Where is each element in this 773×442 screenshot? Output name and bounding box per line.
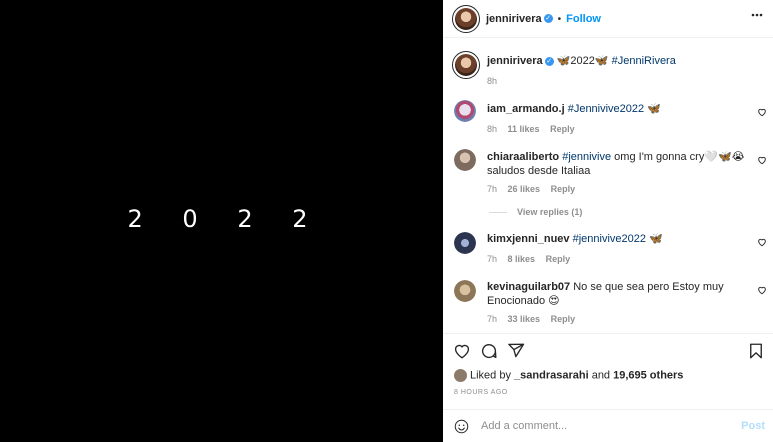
verified-badge-icon: ✓ <box>543 14 553 24</box>
reply-button[interactable]: Reply <box>550 124 575 134</box>
comment-likes[interactable]: 8 likes <box>508 254 536 264</box>
comment-time[interactable]: 8h <box>487 124 497 134</box>
comment-likes[interactable]: 33 likes <box>508 314 541 324</box>
view-replies-button[interactable]: View replies (1) <box>489 207 582 217</box>
comment-meta: 7h 26 likes Reply <box>487 184 583 194</box>
comment-time[interactable]: 7h <box>487 184 497 194</box>
save-bookmark-icon[interactable] <box>747 342 765 360</box>
liker-avatar[interactable] <box>454 369 467 382</box>
view-replies-label[interactable]: View replies (1) <box>517 207 582 217</box>
caption-text: jennirivera ✓ 🦋2022🦋 #JenniRivera <box>487 54 749 68</box>
commenter-avatar[interactable] <box>454 149 476 171</box>
media-text: 2 0 2 2 <box>127 205 324 233</box>
comment-time[interactable]: 7h <box>487 254 497 264</box>
like-comment-icon[interactable] <box>757 107 767 117</box>
comment-meta: 8h 11 likes Reply <box>487 124 583 134</box>
caption-username[interactable]: jennirivera <box>487 55 543 67</box>
comment-meta: 7h 33 likes Reply <box>487 314 583 324</box>
caption-avatar[interactable] <box>452 51 480 79</box>
comment-username[interactable]: iam_armando.j <box>487 103 565 115</box>
comment-text: kevinaguilarb07 No se que sea pero Estoy… <box>487 280 749 308</box>
header-separator: • <box>557 14 562 25</box>
reply-button[interactable]: Reply <box>551 314 576 324</box>
follow-button[interactable]: Follow <box>566 13 601 25</box>
post-actions <box>443 338 773 366</box>
comment-input[interactable]: Add a comment... <box>481 420 567 432</box>
comment-likes[interactable]: 11 likes <box>508 124 540 134</box>
comment-body: 🦋 <box>646 233 663 245</box>
comment-text: chiaraaliberto #jennivive omg I'm gonna … <box>487 150 749 178</box>
comment-username[interactable]: kevinaguilarb07 <box>487 281 570 293</box>
reply-button[interactable]: Reply <box>551 184 576 194</box>
post-media[interactable]: 2 0 2 2 <box>0 0 443 442</box>
caption-time[interactable]: 8h <box>487 76 497 86</box>
commenter-avatar[interactable] <box>454 232 476 254</box>
comment-body: 🦋 <box>644 103 661 115</box>
reply-button[interactable]: Reply <box>546 254 571 264</box>
likes-count[interactable]: 19,695 others <box>613 369 683 381</box>
comment-likes[interactable]: 26 likes <box>508 184 541 194</box>
post-comment-button[interactable]: Post <box>741 420 765 432</box>
post-timestamp[interactable]: 8 HOURS AGO <box>454 389 508 396</box>
post-side-panel: jennirivera ✓ • Follow jennirivera ✓ 🦋2022🦋 … <box>443 0 773 442</box>
like-comment-icon[interactable] <box>757 155 767 165</box>
like-heart-icon[interactable] <box>453 342 471 360</box>
comment-bubble-icon[interactable] <box>480 342 498 360</box>
commenter-avatar[interactable] <box>454 280 476 302</box>
author-avatar[interactable] <box>452 5 480 33</box>
like-comment-icon[interactable] <box>757 285 767 295</box>
comment-hashtag[interactable]: #jennivive <box>562 151 611 163</box>
more-horizontal-icon[interactable] <box>751 13 763 17</box>
liked-by: Liked by _sandrasarahi and 19,695 others <box>454 369 683 382</box>
caption-body: 🦋2022🦋 <box>556 55 609 67</box>
comment-time[interactable]: 7h <box>487 314 497 324</box>
liked-by-prefix: Liked by <box>470 369 515 382</box>
comment-hashtag[interactable]: #jennivive2022 <box>573 233 646 245</box>
verified-badge-icon: ✓ <box>544 56 554 66</box>
replies-divider <box>489 212 507 214</box>
commenter-avatar[interactable] <box>454 100 476 122</box>
emoji-icon[interactable] <box>454 419 469 434</box>
liker-username[interactable]: _sandrasarahi <box>514 369 589 381</box>
liked-by-middle: and <box>588 369 614 382</box>
caption-meta: 8h <box>487 76 505 86</box>
share-paper-plane-icon[interactable] <box>507 342 525 360</box>
comment-text: kimxjenni_nuev #jennivive2022 🦋 <box>487 232 749 246</box>
post-header: jennirivera ✓ • Follow <box>443 0 773 38</box>
comment-username[interactable]: kimxjenni_nuev <box>487 233 570 245</box>
author-username[interactable]: jennirivera <box>486 13 542 25</box>
caption-hashtag[interactable]: #JenniRivera <box>612 55 676 67</box>
comment-username[interactable]: chiaraaliberto <box>487 151 559 163</box>
like-comment-icon[interactable] <box>757 237 767 247</box>
comment-hashtag[interactable]: #Jennivive2022 <box>568 103 644 115</box>
comments-scroll-area[interactable]: jennirivera ✓ 🦋2022🦋 #JenniRivera 8h iam_… <box>443 39 773 334</box>
comment-text: iam_armando.j #Jennivive2022 🦋 <box>487 102 749 116</box>
comment-meta: 7h 8 likes Reply <box>487 254 578 264</box>
comment-input-bar: Add a comment... Post <box>443 409 773 442</box>
